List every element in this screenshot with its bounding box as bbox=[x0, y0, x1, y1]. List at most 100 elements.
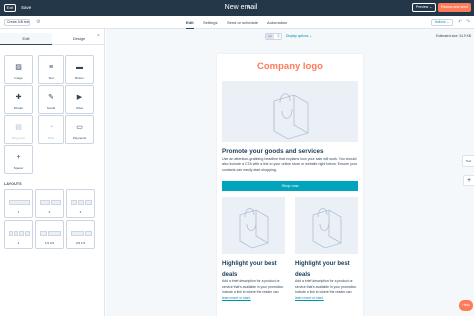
layout-tile[interactable]: 1/3 2/3 bbox=[35, 220, 64, 249]
module-label: Text bbox=[48, 76, 54, 80]
video-icon: ▶ bbox=[76, 94, 83, 101]
create-ab-test-button[interactable]: Create A/B test bbox=[4, 19, 30, 26]
gear-icon[interactable]: ⚙ bbox=[36, 19, 40, 26]
module-tile-spacer[interactable]: + Spacer bbox=[4, 145, 33, 174]
edit-name-icon[interactable]: ✎ bbox=[247, 4, 251, 12]
module-label: Social bbox=[46, 106, 56, 110]
email-paragraph[interactable]: Use an attention-grabbing headline that … bbox=[222, 157, 358, 173]
column-link[interactable]: learn more or start. bbox=[222, 296, 251, 300]
actions-dropdown[interactable]: Actions ⌄ bbox=[431, 19, 453, 26]
layout-label: 1/3 2/3 bbox=[44, 241, 55, 245]
actions-label: Actions bbox=[434, 20, 446, 24]
module-tile-payments[interactable]: ▭ Payments bbox=[65, 115, 94, 144]
display-options-dropdown[interactable]: Display options ⌄ bbox=[286, 34, 312, 39]
social-icon: ✎ bbox=[48, 94, 54, 101]
image-icon: ▨ bbox=[15, 64, 22, 71]
blog-icon: ▤ bbox=[15, 124, 22, 131]
test-side-tab[interactable]: Test bbox=[462, 155, 474, 167]
preview-button[interactable]: Preview ⌄ bbox=[412, 3, 436, 12]
top-bar: Exit Save New email ✎ Preview ⌄ Review a… bbox=[0, 0, 474, 16]
module-label: Video bbox=[75, 106, 84, 110]
layout-tile[interactable]: 2 bbox=[35, 189, 64, 218]
estimated-size: Estimated size: 34.9 KB bbox=[436, 34, 472, 38]
layout-columns-preview bbox=[40, 231, 61, 236]
shopping-bag-icon bbox=[273, 93, 309, 140]
layout-column bbox=[71, 200, 77, 205]
layout-label: 2/3 1/3 bbox=[75, 241, 86, 245]
payments-icon: ▭ bbox=[76, 124, 83, 131]
tab-settings[interactable]: Settings bbox=[203, 16, 217, 29]
column-heading[interactable]: Highlight your best deals bbox=[295, 259, 358, 281]
layout-column bbox=[9, 231, 13, 236]
layout-columns-preview bbox=[40, 200, 61, 205]
layout-tile[interactable]: 3 bbox=[66, 189, 95, 218]
desktop-view-icon[interactable]: ▭ bbox=[266, 34, 274, 39]
module-label: Spacer bbox=[13, 166, 24, 170]
layout-column bbox=[71, 231, 84, 236]
module-label: RSS bbox=[47, 136, 55, 140]
tab-automation[interactable]: Automation bbox=[267, 16, 287, 29]
layout-tile[interactable]: 2/3 1/3 bbox=[66, 220, 95, 249]
module-tile-rss[interactable]: ◔ RSS bbox=[38, 115, 64, 144]
layout-label: 2 bbox=[48, 210, 51, 214]
column-text[interactable]: Add a brief description for a product or… bbox=[222, 279, 286, 301]
layout-label: 1 bbox=[17, 210, 20, 214]
shopping-bag-icon bbox=[239, 208, 269, 249]
column-link[interactable]: learn more or start. bbox=[295, 296, 324, 300]
module-tile-image[interactable]: ▨ Image bbox=[4, 55, 33, 84]
hero-image-placeholder[interactable] bbox=[222, 81, 358, 142]
module-tile-text[interactable]: ≡ Text bbox=[38, 55, 64, 84]
layouts-heading: LAYOUTS bbox=[4, 182, 22, 186]
tab-send-or-schedule[interactable]: Send or schedule bbox=[227, 16, 258, 29]
layout-tile[interactable]: 1 bbox=[4, 189, 33, 218]
company-logo[interactable]: Company logo bbox=[217, 61, 363, 73]
collapse-sidebar-icon[interactable]: × bbox=[97, 33, 100, 39]
layout-label: 4 bbox=[17, 241, 20, 245]
mobile-view-icon[interactable]: ▯ bbox=[275, 34, 282, 39]
module-tile-blog-post[interactable]: ▤ Blog post bbox=[4, 115, 33, 144]
layout-column bbox=[85, 231, 92, 236]
module-tile-divider[interactable]: ✚ Divider bbox=[4, 85, 33, 114]
exit-button[interactable]: Exit bbox=[4, 4, 16, 12]
undo-icon[interactable]: ↶ bbox=[458, 19, 462, 26]
email-heading[interactable]: Promote your goods and services bbox=[222, 148, 362, 156]
view-toggle: ▭ ▯ bbox=[265, 33, 282, 40]
layout-column bbox=[19, 231, 24, 236]
layout-column bbox=[40, 231, 47, 236]
layout-column bbox=[78, 200, 84, 205]
layout-tile[interactable]: 4 bbox=[4, 220, 33, 249]
module-tile-video[interactable]: ▶ Video bbox=[65, 85, 94, 114]
sidebar-tabs: Edit Design × bbox=[0, 33, 105, 45]
editor-toolbar: Create A/B test ⚙ Edit Settings Send or … bbox=[0, 16, 474, 29]
redo-icon[interactable]: ↷ bbox=[466, 19, 470, 26]
column-text[interactable]: Add a brief description for a product or… bbox=[295, 279, 359, 301]
rss-icon: ◔ bbox=[48, 124, 54, 131]
module-tile-social[interactable]: ✎ Social bbox=[38, 85, 64, 114]
layout-column bbox=[85, 200, 92, 205]
add-section-plus-icon[interactable]: + bbox=[463, 175, 474, 186]
review-and-send-button[interactable]: Review and send bbox=[438, 3, 471, 12]
column-heading[interactable]: Highlight your best deals bbox=[222, 259, 285, 281]
module-tile-button[interactable]: ▬ Button bbox=[65, 55, 94, 84]
sidebar-tab-edit[interactable]: Edit bbox=[0, 33, 52, 45]
column-text-body: Add a brief description for a product or… bbox=[295, 279, 358, 295]
preview-label: Preview bbox=[415, 5, 429, 9]
layout-column bbox=[9, 200, 30, 205]
column-image-placeholder[interactable] bbox=[295, 197, 358, 254]
layout-column bbox=[25, 231, 30, 236]
column-image-placeholder[interactable] bbox=[222, 197, 285, 254]
help-button[interactable]: Help bbox=[459, 300, 473, 311]
email-body[interactable]: Company logo Promote your goods and serv… bbox=[217, 54, 363, 316]
layout-columns-preview bbox=[71, 231, 92, 236]
column-text-body: Add a brief description for a product or… bbox=[222, 279, 285, 295]
save-button[interactable]: Save bbox=[21, 4, 31, 12]
tab-edit[interactable]: Edit bbox=[186, 16, 194, 29]
module-label: Blog post bbox=[12, 136, 25, 140]
layout-column bbox=[14, 231, 18, 236]
button-icon: ▬ bbox=[76, 64, 83, 71]
sidebar-panel: Edit Design × ▨ Image ≡ Text ▬ Button ✚ Divider… bbox=[0, 29, 105, 316]
email-name-title[interactable]: New email bbox=[210, 2, 272, 14]
text-icon: ≡ bbox=[48, 64, 54, 71]
layout-label: 3 bbox=[79, 210, 82, 214]
shop-now-button[interactable]: Shop now bbox=[222, 181, 358, 191]
